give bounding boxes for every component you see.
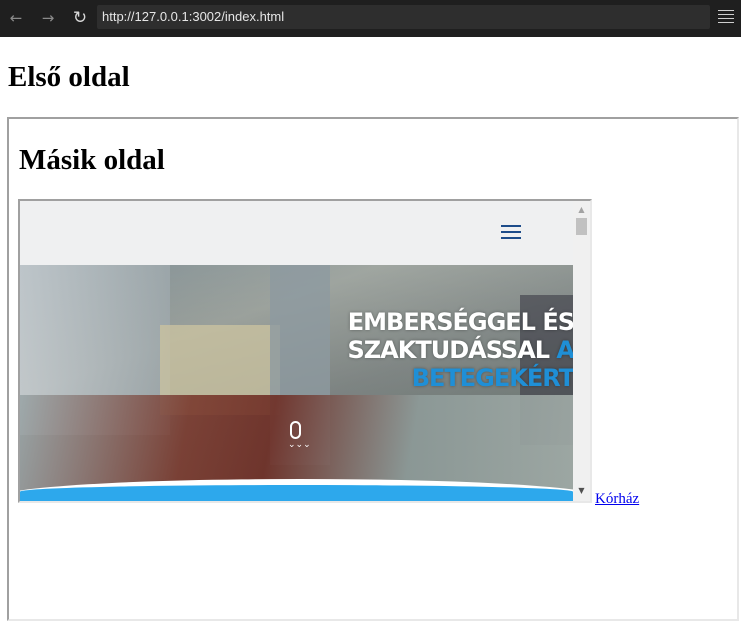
hero-blue-band	[20, 485, 573, 501]
back-arrow-icon[interactable]: ←	[6, 8, 26, 28]
hero-line-2-accent: A	[556, 336, 573, 364]
browser-toolbar: ← → ↻ http://127.0.0.1:3002/index.html	[0, 0, 741, 37]
forward-arrow-icon[interactable]: →	[38, 8, 58, 28]
iframe-title: Másik oldal	[19, 144, 165, 176]
reload-icon[interactable]: ↻	[70, 8, 90, 28]
scroll-down-chevrons-icon[interactable]: ⌄⌄⌄	[288, 441, 311, 450]
page-title: Első oldal	[8, 61, 130, 93]
korhaz-link[interactable]: Kórház	[595, 490, 639, 508]
browser-menu-icon[interactable]	[718, 10, 734, 24]
scroll-mouse-icon[interactable]	[290, 421, 301, 439]
iframe-scrollbar[interactable]: ▲ ▼	[573, 201, 590, 501]
hero-line-1: EMBERSÉGGEL ÉS	[347, 308, 573, 336]
hero-line-2: SZAKTUDÁSSAL A	[347, 336, 573, 364]
scrollbar-thumb[interactable]	[576, 218, 587, 235]
hero-banner: EMBERSÉGGEL ÉS SZAKTUDÁSSAL A BETEGEKÉRT…	[20, 265, 573, 501]
scroll-up-arrow-icon[interactable]: ▲	[573, 203, 590, 217]
site-header	[20, 201, 573, 265]
outer-iframe: Másik oldal EMBERSÉGGEL ÉS SZAKTUDÁSSAL …	[7, 117, 739, 621]
inner-iframe: EMBERSÉGGEL ÉS SZAKTUDÁSSAL A BETEGEKÉRT…	[18, 199, 592, 503]
hero-line-2-white: SZAKTUDÁSSAL	[347, 336, 557, 364]
hero-line-3: BETEGEKÉRT	[411, 364, 573, 392]
hamburger-menu-icon[interactable]	[501, 225, 521, 241]
hero-headline: EMBERSÉGGEL ÉS SZAKTUDÁSSAL A BETEGEKÉRT	[347, 308, 573, 392]
address-bar[interactable]: http://127.0.0.1:3002/index.html	[97, 5, 710, 29]
scroll-down-arrow-icon[interactable]: ▼	[573, 484, 590, 498]
